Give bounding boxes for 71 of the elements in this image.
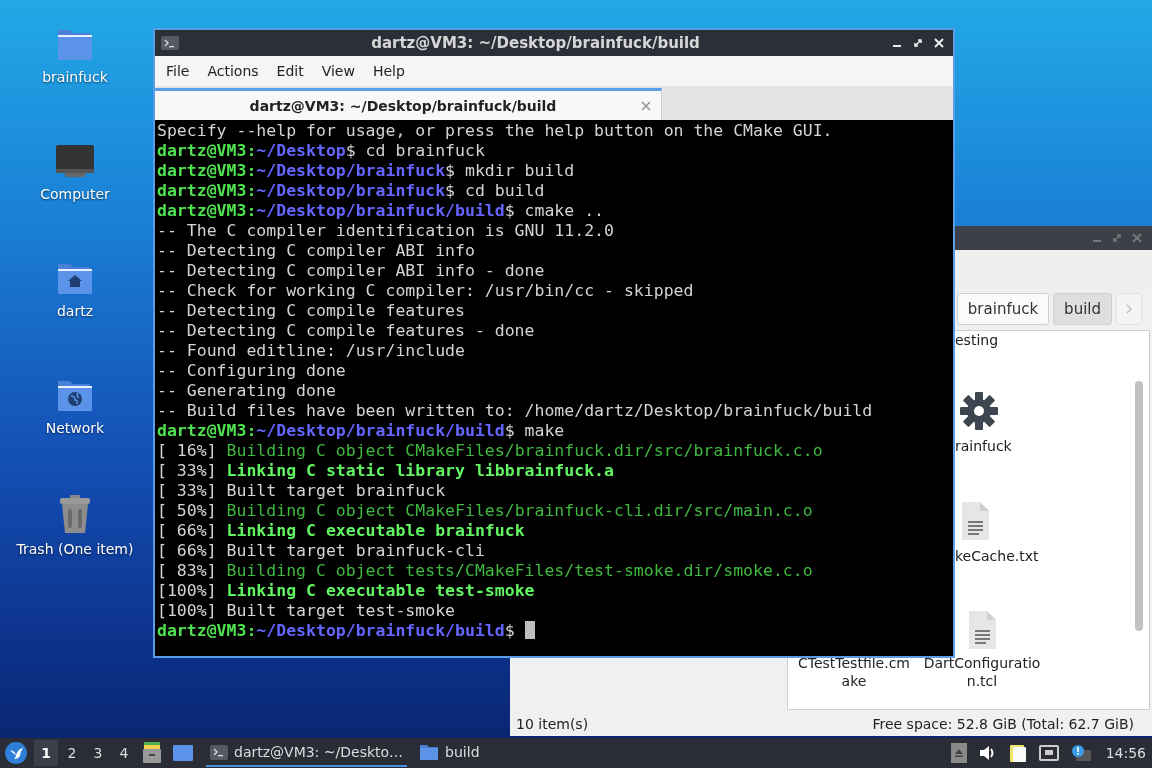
window-title: dartz@VM3: ~/Desktop/brainfuck/build xyxy=(370,34,701,52)
terminal-line: [100%] Linking C executable test-smoke xyxy=(157,581,535,601)
file-label[interactable]: DartConfiguratio n.tcl xyxy=(918,654,1046,690)
notification-icon[interactable] xyxy=(1070,744,1091,762)
scrollbar[interactable] xyxy=(1135,381,1143,631)
status-text: Free space: 52.8 GiB (Total: 62.7 GiB) xyxy=(872,716,1134,732)
terminal-line: -- The C compiler identification is GNU 11.2.0 xyxy=(157,221,614,241)
terminal-line: [ 83%] Building C object tests/CMakeFiles/test-smoke.dir/smoke.c.o xyxy=(157,561,813,581)
terminal-line: [ 16%] Building C object CMakeFiles/brainfuck.dir/src/brainfuck.c.o xyxy=(157,441,823,461)
workspace-button[interactable]: 1 xyxy=(34,740,58,766)
workspace-button[interactable]: 4 xyxy=(112,740,136,766)
folder-icon xyxy=(419,743,440,761)
tab-label[interactable]: dartz@VM3: ~/Desktop/brainfuck/build xyxy=(165,97,641,114)
clipboard-icon[interactable] xyxy=(1008,743,1027,763)
trash-icon[interactable] xyxy=(57,494,93,534)
file-cabinet-icon[interactable] xyxy=(142,742,162,764)
desktop-icon-label[interactable]: Network xyxy=(45,420,105,436)
network-icon[interactable] xyxy=(1038,745,1059,761)
terminal-icon xyxy=(161,36,179,50)
desktop-icon-label[interactable]: Trash (One item) xyxy=(16,541,134,557)
gear-icon xyxy=(959,391,999,431)
terminal-line: dartz@VM3:~/Desktop/brainfuck/build$ xyxy=(157,621,535,641)
tab[interactable]: dartz@VM3: ~/Desktop/brainfuck/build xyxy=(155,88,662,120)
terminal-line: [ 33%] Built target brainfuck xyxy=(157,481,446,501)
terminal-line: dartz@VM3:~/Desktop/brainfuck$ mkdir build xyxy=(157,161,575,181)
document-icon xyxy=(959,501,991,541)
file-label[interactable]: keCache.txt xyxy=(955,547,1039,565)
terminal-line: [ 33%] Linking C static library libbrainfuck.a xyxy=(157,461,614,481)
terminal-line: -- Generating done xyxy=(157,381,336,401)
terminal-line: dartz@VM3:~/Desktop/brainfuck/build$ cmake .. xyxy=(157,201,605,221)
terminal-line: dartz@VM3:~/Desktop/brainfuck$ cd build xyxy=(157,181,545,201)
terminal-line: [100%] Built target test-smoke xyxy=(157,601,456,621)
start-menu-icon[interactable] xyxy=(5,742,27,764)
desktop-icon-label[interactable]: Computer xyxy=(40,186,110,202)
monitor-icon[interactable] xyxy=(55,143,95,179)
file-label[interactable]: rainfuck xyxy=(955,437,1012,455)
terminal-line: -- Detecting C compile features - done xyxy=(157,321,535,341)
menu-item[interactable]: File xyxy=(157,63,199,79)
terminal-line: -- Detecting C compile features xyxy=(157,301,465,321)
path-button[interactable]: brainfuck xyxy=(956,293,1050,325)
menu-item[interactable]: Actions xyxy=(198,63,268,79)
workspace-button[interactable]: 3 xyxy=(86,740,110,766)
clock[interactable]: 14:56 xyxy=(1105,745,1146,761)
file-label[interactable]: esting xyxy=(955,331,999,349)
document-icon xyxy=(966,610,998,650)
terminal-line: [ 50%] Building C object CMakeFiles/brainfuck-cli.dir/src/main.c.o xyxy=(157,501,813,521)
terminal-line: dartz@VM3:~/Desktop/brainfuck/build$ make xyxy=(157,421,565,441)
terminal-line: [ 66%] Linking C executable brainfuck xyxy=(157,521,525,541)
desktop-icon-label[interactable]: dartz xyxy=(56,303,94,319)
eject-icon[interactable] xyxy=(950,743,967,763)
workspace-button[interactable]: 2 xyxy=(60,740,84,766)
status-text: 10 item(s) xyxy=(516,716,589,732)
taskbar-task[interactable]: dartz@VM3: ~/Deskto… xyxy=(206,739,408,767)
terminal-line: -- Build files have been written to: /home/dartz/Desktop/brainfuck/build xyxy=(157,401,873,421)
terminal-line: -- Found editline: /usr/include xyxy=(157,341,465,361)
terminal-line: -- Detecting C compiler ABI info - done xyxy=(157,261,545,281)
chevron-right-icon xyxy=(1126,304,1132,314)
terminal-line: -- Check for working C compiler: /usr/bin/cc - skipped xyxy=(157,281,694,301)
terminal-line: -- Detecting C compiler ABI info xyxy=(157,241,475,261)
terminal-line: [ 66%] Built target brainfuck-cli xyxy=(157,541,485,561)
terminal-line: -- Configuring done xyxy=(157,361,346,381)
file-label[interactable]: CTestTestfile.cm ake xyxy=(790,654,918,690)
terminal-line: Specify --help for usage, or press the help button on the CMake GUI. xyxy=(157,121,833,141)
menu-item[interactable]: View xyxy=(312,63,364,79)
show-desktop-icon[interactable] xyxy=(172,744,194,762)
terminal-icon xyxy=(210,744,228,760)
taskbar-task[interactable]: build xyxy=(415,739,484,767)
menu-item[interactable]: Help xyxy=(363,63,414,79)
menu-item[interactable]: Edit xyxy=(267,63,313,79)
terminal-line: dartz@VM3:~/Desktop$ cd brainfuck xyxy=(157,141,485,161)
path-button[interactable]: build xyxy=(1053,293,1112,325)
